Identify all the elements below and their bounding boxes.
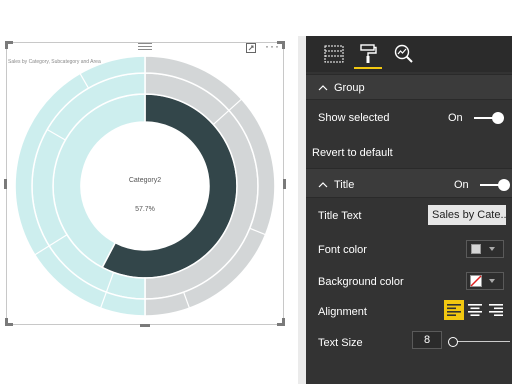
text-size-slider[interactable] [448,337,510,347]
align-left-icon [447,304,461,316]
align-right-icon [489,304,503,316]
tab-fields[interactable] [320,42,348,66]
pane-tabs [306,36,512,72]
resize-handle-right[interactable] [283,179,286,189]
show-selected-toggle[interactable] [474,112,504,124]
resize-handle-bottom-left-v[interactable] [5,318,8,326]
resize-handle-bottom[interactable] [140,324,150,327]
alignment-label: Alignment [318,306,367,318]
text-size-label: Text Size [318,337,363,349]
title-toggle[interactable] [480,179,510,191]
show-selected-label: Show selected [318,112,390,124]
group-section-label: Group [334,82,365,94]
revert-to-default-link[interactable]: Revert to default [312,145,393,161]
font-color-label: Font color [318,244,367,256]
font-color-picker[interactable] [466,240,504,258]
chevron-up-icon [318,182,328,188]
text-size-input[interactable]: 8 [412,331,442,349]
show-selected-state: On [448,112,463,124]
text-size-slider-thumb[interactable] [448,337,458,347]
align-center-icon [468,304,482,316]
tab-analytics[interactable] [390,42,418,66]
pane-divider[interactable] [298,36,306,384]
center-percent-label: 57.7% [135,206,155,213]
alignment-row: Alignment [306,300,512,320]
resize-handle-left[interactable] [4,179,7,189]
format-pane: Group Show selected On Revert to default… [306,36,512,384]
title-text-input[interactable]: Sales by Cate... [428,205,506,225]
title-text-label: Title Text [318,210,362,222]
background-color-picker[interactable] [466,272,504,290]
align-left-button[interactable] [444,300,464,320]
text-size-row: Text Size 8 [306,331,512,351]
center-category-label: Category2 [129,177,161,184]
title-section-label: Title [334,179,355,191]
font-color-row: Font color [306,240,512,258]
tab-format[interactable] [354,42,382,69]
analytics-magnifier-icon [394,44,413,63]
no-color-swatch-icon [470,275,482,287]
align-center-button[interactable] [465,300,485,320]
chevron-down-icon [489,247,495,251]
group-section-header[interactable]: Group [306,74,512,100]
resize-handle-top-left-v[interactable] [5,41,8,49]
donut-visual[interactable]: ··· Sales by Category, Subcategory and A… [6,40,285,326]
report-canvas: ··· Sales by Category, Subcategory and A… [0,0,298,384]
resize-handle-bottom-right-v[interactable] [282,318,285,326]
resize-handle-top-right-v[interactable] [282,41,285,49]
title-section-header[interactable]: Title On [306,168,512,198]
fields-icon [324,45,344,63]
align-right-button[interactable] [486,300,506,320]
font-color-swatch [471,244,481,254]
chevron-up-icon [318,85,328,91]
title-text-row: Title Text Sales by Cate... [306,205,512,225]
format-paint-roller-icon [360,44,377,63]
revert-row: Revert to default [306,145,512,161]
title-state: On [454,179,469,191]
donut-chart[interactable]: Category2 57.7% [7,43,285,326]
show-selected-row: Show selected On [306,110,512,126]
background-color-row: Background color [306,272,512,290]
background-color-label: Background color [318,276,404,288]
chevron-down-icon [489,279,495,283]
